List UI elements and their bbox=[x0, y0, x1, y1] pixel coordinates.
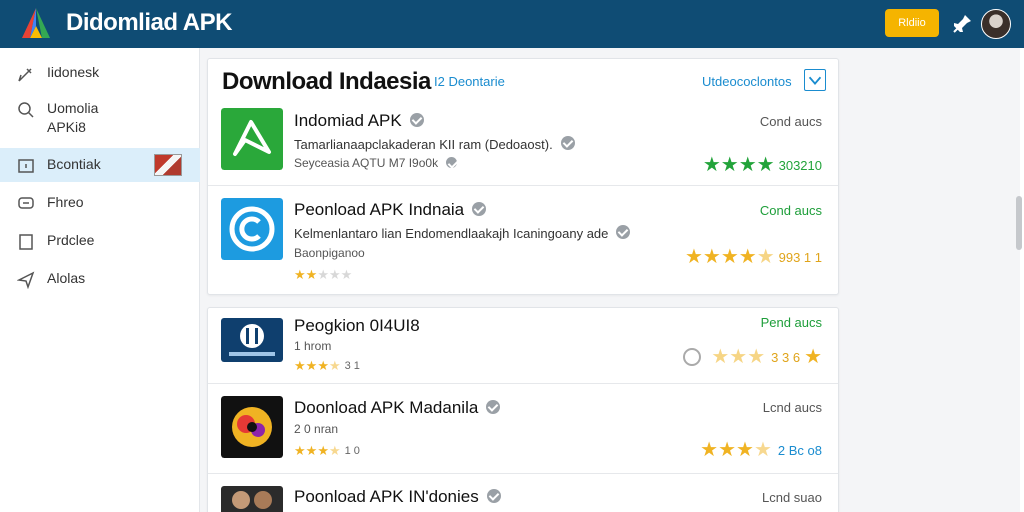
app-icon bbox=[221, 198, 283, 260]
sidebar-item-prdclee[interactable]: Prdclee bbox=[0, 232, 200, 251]
star-icon: ★ bbox=[738, 154, 757, 176]
app-header: Didomliad APK Rldiio bbox=[0, 0, 1024, 48]
sidebar-item-label: Uomolia APKi8 bbox=[47, 100, 99, 135]
app-title: Didomliad APK bbox=[66, 9, 232, 36]
pen-icon bbox=[18, 68, 32, 82]
app-icon bbox=[221, 486, 283, 512]
verified-icon bbox=[446, 157, 458, 168]
sidebar-item-iidonesk[interactable]: Iidonesk bbox=[0, 64, 200, 83]
scrollbar[interactable] bbox=[1016, 196, 1022, 250]
star-icon: ★ bbox=[702, 154, 721, 176]
avatar[interactable] bbox=[981, 9, 1011, 39]
list-item[interactable]: Peonload APK Indnaia Kelmenlantaro lian … bbox=[208, 185, 838, 295]
app-list-card: Peogkion 0I4UI8 1 hrom ★ ★ ★ ★ 3 1 Pend auc… bbox=[207, 307, 839, 512]
chat-icon bbox=[18, 197, 34, 209]
rating: ★ ★ ★ ★ ★ 993 1 1 bbox=[684, 246, 822, 268]
verified-icon bbox=[409, 113, 424, 127]
small-rating: ★ ★ ★ ★ ★ bbox=[294, 267, 353, 282]
image-icon bbox=[18, 159, 34, 173]
app-name: Peogkion 0I4UI8 bbox=[294, 316, 420, 335]
card-title: Download Indaesia bbox=[222, 68, 431, 95]
sidebar-item-label: Fhreo bbox=[47, 194, 84, 210]
app-meta: Seyceasia AQTU M7 I9o0k bbox=[294, 156, 458, 170]
app-name: Indomiad APK bbox=[294, 111, 424, 131]
app-description: Kelmenlantaro lian Endomendlaakajh Icani… bbox=[294, 225, 631, 241]
list-item[interactable]: Peogkion 0I4UI8 1 hrom ★ ★ ★ ★ 3 1 Pend auc… bbox=[208, 308, 838, 383]
app-description: Tamarlianaapclakaderan KII ram (Dedoaost… bbox=[294, 136, 575, 152]
checkbox-icon[interactable] bbox=[804, 69, 826, 91]
rating-value: 993 1 1 bbox=[778, 249, 822, 265]
app-logo-icon[interactable] bbox=[18, 6, 54, 40]
rating: ★ ★ ★ ★ 303210 bbox=[703, 155, 822, 175]
app-name: Doonload APK Madanila bbox=[294, 398, 501, 418]
app-meta: Baonpiganoo bbox=[294, 246, 365, 260]
sidebar-item-fhreo[interactable]: Fhreo bbox=[0, 194, 200, 213]
star-icon: ★ bbox=[720, 154, 739, 176]
search-icon bbox=[18, 102, 34, 118]
thumbnail-image bbox=[154, 154, 182, 176]
sidebar-item-alolas[interactable]: Alolas bbox=[0, 270, 200, 289]
app-icon bbox=[221, 318, 283, 362]
small-rating: ★ ★ ★ ★ 3 1 bbox=[294, 358, 360, 373]
status-label: Pend aucs bbox=[760, 315, 822, 330]
sidebar-item-uomolia[interactable]: Uomolia APKi8 bbox=[0, 100, 200, 137]
status-label: Cond aucs bbox=[759, 114, 822, 129]
list-item[interactable]: Indomiad APK Tamarlianaapclakaderan KII … bbox=[208, 105, 838, 185]
sidebar: Iidonesk Uomolia APKi8 Bcontiak Fhreo Pr… bbox=[0, 48, 200, 512]
pin-icon[interactable] bbox=[951, 13, 973, 35]
verified-icon bbox=[486, 489, 501, 503]
rating: ★ ★ ★ 3 3 6 ★ bbox=[683, 347, 822, 367]
square-icon bbox=[19, 234, 33, 250]
list-item[interactable]: Poonload APK IN'donies Lcnd suao bbox=[208, 473, 838, 512]
sidebar-item-label: Bcontiak bbox=[47, 156, 101, 172]
status-label: Lcnd aucs bbox=[762, 400, 822, 415]
card-link[interactable]: Utdeococlontos bbox=[702, 74, 792, 89]
status-label: Lcnd suao bbox=[762, 490, 822, 505]
status-label: Cond aucs bbox=[759, 203, 822, 218]
app-meta: 2 0 nran bbox=[294, 422, 339, 436]
small-rating: ★ ★ ★ ★ 1 0 bbox=[294, 443, 360, 458]
send-icon bbox=[17, 271, 35, 289]
featured-card: Download Indaesia I2 Deontarie Utdeococl… bbox=[207, 58, 839, 295]
list-item[interactable]: Doonload APK Madanila 2 0 nran ★ ★ ★ ★ 1 0 … bbox=[208, 383, 838, 473]
header-action-button[interactable]: Rldiio bbox=[885, 9, 939, 37]
verified-icon bbox=[560, 136, 575, 150]
verified-icon bbox=[486, 400, 501, 414]
sidebar-item-bcontiak[interactable]: Bcontiak bbox=[0, 148, 200, 182]
rating: ★ ★ ★ ★ 2 Bc o8 bbox=[700, 439, 822, 461]
app-icon bbox=[221, 108, 283, 170]
verified-icon bbox=[472, 202, 487, 216]
app-meta: 1 hrom bbox=[294, 339, 332, 353]
app-icon bbox=[221, 396, 283, 458]
rating-value: 303210 bbox=[778, 157, 822, 173]
main-content: Download Indaesia I2 Deontarie Utdeococl… bbox=[200, 48, 1020, 512]
card-subtitle[interactable]: I2 Deontarie bbox=[434, 74, 505, 89]
sidebar-item-label: Alolas bbox=[47, 270, 86, 286]
info-icon[interactable] bbox=[683, 348, 702, 366]
app-name: Peonload APK Indnaia bbox=[294, 200, 487, 220]
app-name: Poonload APK IN'donies bbox=[294, 487, 501, 507]
star-icon: ★ bbox=[756, 154, 775, 176]
sidebar-item-label: Prdclee bbox=[47, 232, 95, 248]
sidebar-item-label: Iidonesk bbox=[47, 64, 100, 80]
verified-icon bbox=[616, 225, 631, 239]
